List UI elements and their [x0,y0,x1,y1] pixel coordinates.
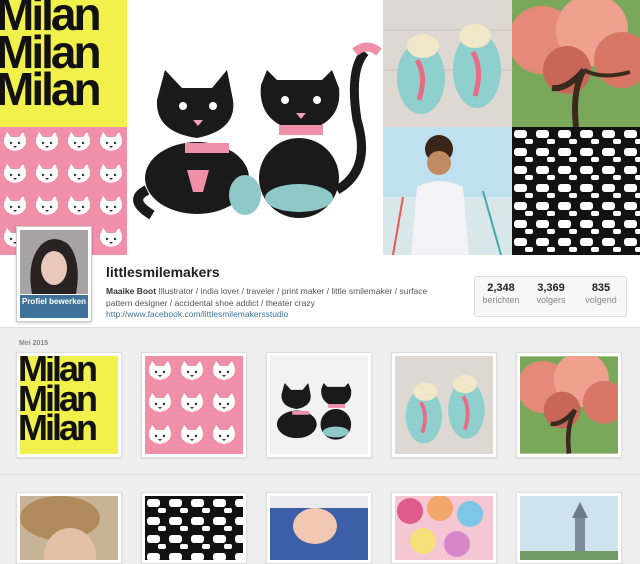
stat-followers-label: volgers [536,295,566,305]
avatar-photo [20,230,88,294]
cats-icon [276,382,352,440]
milan-word: Milan [20,407,98,449]
grid-divider [0,474,640,475]
header-cats-illustration [127,0,383,255]
photo-thumb-milan[interactable]: Milan Milan Milan [16,352,122,458]
bricks-pattern [512,127,640,255]
photo-thumb-building[interactable] [516,492,622,564]
section-date-label: Mei 2015 [19,340,49,347]
photo-thumb-cats[interactable] [266,352,372,458]
bio: Maaike Boot Illustrator / india lover / … [106,285,446,309]
edit-profile-button[interactable]: Profiel bewerken [20,295,88,318]
tree-image [512,0,640,127]
stat-posts-count: 2,348 [487,282,515,294]
photo-thumb-flamingo-shoes[interactable] [391,352,497,458]
girl-photo [383,127,512,255]
photo-thumb-bricks[interactable] [141,492,247,564]
stat-following-count: 835 [591,282,611,294]
flamingo-shoe-image [383,0,512,127]
header-bricks-tile [512,127,640,255]
photo-thumb-selfie[interactable] [16,492,122,564]
avatar[interactable]: Profiel bewerken [16,226,92,322]
stat-posts[interactable]: 2,348 berichten [474,276,528,317]
photo-thumb-tree[interactable] [516,352,622,458]
cats-icon [133,42,382,220]
header-milan-tile: Milan Milan Milan [0,0,127,127]
stat-following[interactable]: 835 volgend [576,276,627,317]
stat-followers-count: 3,369 [537,282,565,294]
profile-link[interactable]: http://www.facebook.com/littlesmilemaker… [106,309,288,319]
full-name: Maaike Boot [106,286,157,296]
stat-posts-label: berichten [482,295,520,305]
photo-thumb-donuts[interactable] [391,492,497,564]
stat-following-label: volgend [585,295,617,305]
photo-thumb-cat-pattern[interactable] [141,352,247,458]
photo-thumb-baby[interactable] [266,492,372,564]
milan-word: Milan [0,63,102,116]
username: littlesmilemakers [106,264,220,280]
header-girl-tile [383,127,512,255]
header-tree-tile [512,0,640,127]
header-flamingo-shoes-tile [383,0,512,127]
stat-followers[interactable]: 3,369 volgers [526,276,577,317]
